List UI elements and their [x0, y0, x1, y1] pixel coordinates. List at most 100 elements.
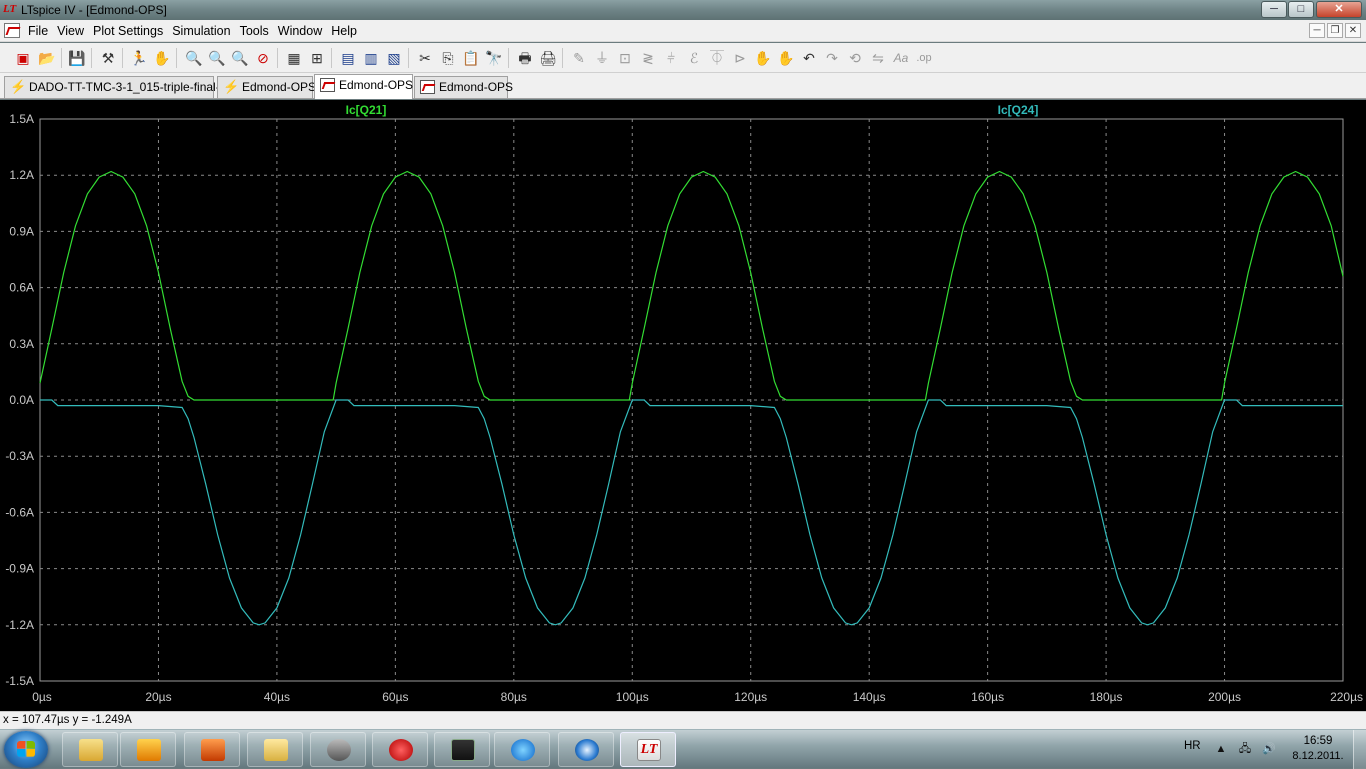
tray-expand-icon[interactable]: ▲: [1214, 742, 1228, 756]
taskbar-nero[interactable]: [558, 732, 614, 767]
tab-label: Edmond-OPS: [339, 78, 414, 92]
x-tick-label: 180µs: [1090, 690, 1123, 704]
menu-plot-settings[interactable]: Plot Settings: [93, 24, 170, 38]
diode-icon[interactable]: ⏁: [707, 48, 727, 68]
tab-label: Edmond-OPS: [439, 80, 514, 94]
component-icon[interactable]: ⊳: [730, 48, 750, 68]
clock-date[interactable]: 8.12.2011.: [1291, 750, 1345, 762]
y-tick-label: 0.6A: [9, 281, 34, 295]
oscilloscope-icon: [451, 739, 475, 761]
close-button[interactable]: ✕: [1316, 1, 1362, 18]
resistor-icon[interactable]: ≷: [638, 48, 658, 68]
paste-icon[interactable]: 📋: [461, 48, 481, 68]
move-icon[interactable]: ✋: [753, 48, 773, 68]
tab-edmond-waveform[interactable]: Edmond-OPS: [414, 76, 513, 98]
start-button[interactable]: [4, 731, 48, 768]
cut-icon[interactable]: ✂: [415, 48, 435, 68]
mdi-minimize-button[interactable]: ─: [1309, 23, 1325, 38]
y-tick-label: -0.6A: [5, 505, 34, 519]
taskbar-office[interactable]: [184, 732, 240, 767]
x-tick-label: 120µs: [734, 690, 767, 704]
save-icon[interactable]: 💾: [67, 48, 87, 68]
series-label[interactable]: Ic[Q24]: [998, 103, 1039, 117]
drag-icon[interactable]: ✋: [776, 48, 796, 68]
window-title: LTspice IV - [Edmond-OPS]: [21, 3, 167, 17]
waveform-window-icon[interactable]: [4, 23, 20, 38]
taskbar-explorer[interactable]: [62, 732, 118, 767]
taskbar: LT HR ▲ 🖧 🔊 16:59 8.12.2011.: [0, 729, 1366, 769]
x-tick-label: 140µs: [853, 690, 886, 704]
menu-file[interactable]: File: [28, 24, 55, 38]
language-indicator[interactable]: HR: [1184, 740, 1201, 752]
open-icon[interactable]: 📂: [37, 48, 57, 68]
zoom-in-icon[interactable]: 🔍: [184, 48, 204, 68]
menu-simulation[interactable]: Simulation: [172, 24, 237, 38]
taskbar-internet-explorer[interactable]: [494, 732, 550, 767]
menu-help[interactable]: Help: [331, 24, 364, 38]
run-icon[interactable]: 🏃: [129, 48, 149, 68]
show-desktop-button[interactable]: [1353, 730, 1366, 769]
volume-icon[interactable]: 🔊: [1262, 742, 1276, 756]
copy-icon[interactable]: ⎘: [438, 48, 458, 68]
taskbar-ltspice[interactable]: LT: [620, 732, 676, 767]
text-icon[interactable]: Aa: [891, 48, 911, 68]
print-icon[interactable]: 🖨: [538, 48, 558, 68]
rotate-icon[interactable]: ⟲: [845, 48, 865, 68]
zoom-full-icon[interactable]: 🔍: [230, 48, 250, 68]
series-label[interactable]: Ic[Q21]: [346, 103, 387, 117]
disc-burner-icon: [575, 739, 599, 761]
y-tick-label: 0.0A: [9, 393, 34, 407]
mirror-icon[interactable]: ⇋: [868, 48, 888, 68]
ground-icon[interactable]: ⏚: [592, 48, 612, 68]
redo-icon[interactable]: ↷: [822, 48, 842, 68]
clock-time[interactable]: 16:59: [1291, 735, 1345, 747]
print-preview-icon[interactable]: 🖶: [515, 48, 535, 68]
taskbar-oscilloscope[interactable]: [434, 732, 490, 767]
undo-icon[interactable]: ↶: [799, 48, 819, 68]
new-schematic-icon[interactable]: ▣: [13, 48, 33, 68]
media-player-icon: [137, 739, 161, 761]
maximize-button[interactable]: □: [1288, 1, 1314, 18]
schematic-icon: ⚡: [223, 79, 240, 94]
series-line-icq21: [39, 170, 1344, 401]
title-bar: LT LTspice IV - [Edmond-OPS] ─ □ ✕: [0, 0, 1366, 20]
ltspice-logo-icon: LT: [3, 3, 17, 15]
waveform-plot-pane[interactable]: 1.5A 1.2A 0.9A 0.6A 0.3A 0.0A -0.3A -0.6A -0.9A -…: [0, 100, 1366, 711]
find-icon[interactable]: 🔭: [484, 48, 504, 68]
control-panel-icon[interactable]: ⚒: [98, 48, 118, 68]
cascade-icon[interactable]: ▤: [338, 48, 358, 68]
mdi-close-button[interactable]: ✕: [1345, 23, 1361, 38]
network-icon[interactable]: 🖧: [1238, 742, 1252, 756]
zoom-out-icon[interactable]: 🔍: [207, 48, 227, 68]
tile-icon[interactable]: ⊞: [307, 48, 327, 68]
wire-icon[interactable]: ✎: [569, 48, 589, 68]
tab-dado-schematic[interactable]: ⚡ DADO-TT-TMC-3-1_015-triple-final-IIII: [4, 76, 233, 98]
tab-edmond-waveform-active[interactable]: Edmond-OPS: [314, 74, 413, 99]
taskbar-joystick[interactable]: [310, 732, 366, 767]
taskbar-antivirus[interactable]: [372, 732, 428, 767]
tab-edmond-schematic[interactable]: ⚡ Edmond-OPS: [217, 76, 316, 98]
taskbar-file-manager[interactable]: [247, 732, 303, 767]
zoom-cancel-icon[interactable]: ⊘: [253, 48, 273, 68]
inductor-icon[interactable]: ℰ: [684, 48, 704, 68]
y-tick-label: -0.9A: [5, 562, 34, 576]
label-icon[interactable]: ⊡: [615, 48, 635, 68]
menu-tools[interactable]: Tools: [240, 24, 276, 38]
minimize-button[interactable]: ─: [1261, 1, 1287, 18]
x-tick-label: 160µs: [971, 690, 1004, 704]
menu-items: File View Plot Settings Simulation Tools…: [28, 24, 366, 38]
status-bar: x = 107.47µs y = -1.249A: [0, 711, 1366, 729]
waveform-chart[interactable]: 1.5A 1.2A 0.9A 0.6A 0.3A 0.0A -0.3A -0.6A -0.9A -…: [0, 100, 1366, 711]
window-arrange-icon[interactable]: ▧: [384, 48, 404, 68]
y-tick-label: 0.9A: [9, 224, 34, 238]
halt-icon[interactable]: ✋: [152, 48, 172, 68]
joystick-icon: [327, 739, 351, 761]
mdi-restore-button[interactable]: ❐: [1327, 23, 1343, 38]
autorange-icon[interactable]: ▦: [284, 48, 304, 68]
close-all-icon[interactable]: ▥: [361, 48, 381, 68]
taskbar-media-player[interactable]: [120, 732, 176, 767]
menu-view[interactable]: View: [57, 24, 91, 38]
spice-directive-icon[interactable]: .op: [914, 48, 934, 68]
menu-window[interactable]: Window: [278, 24, 329, 38]
capacitor-icon[interactable]: ⫩: [661, 48, 681, 68]
